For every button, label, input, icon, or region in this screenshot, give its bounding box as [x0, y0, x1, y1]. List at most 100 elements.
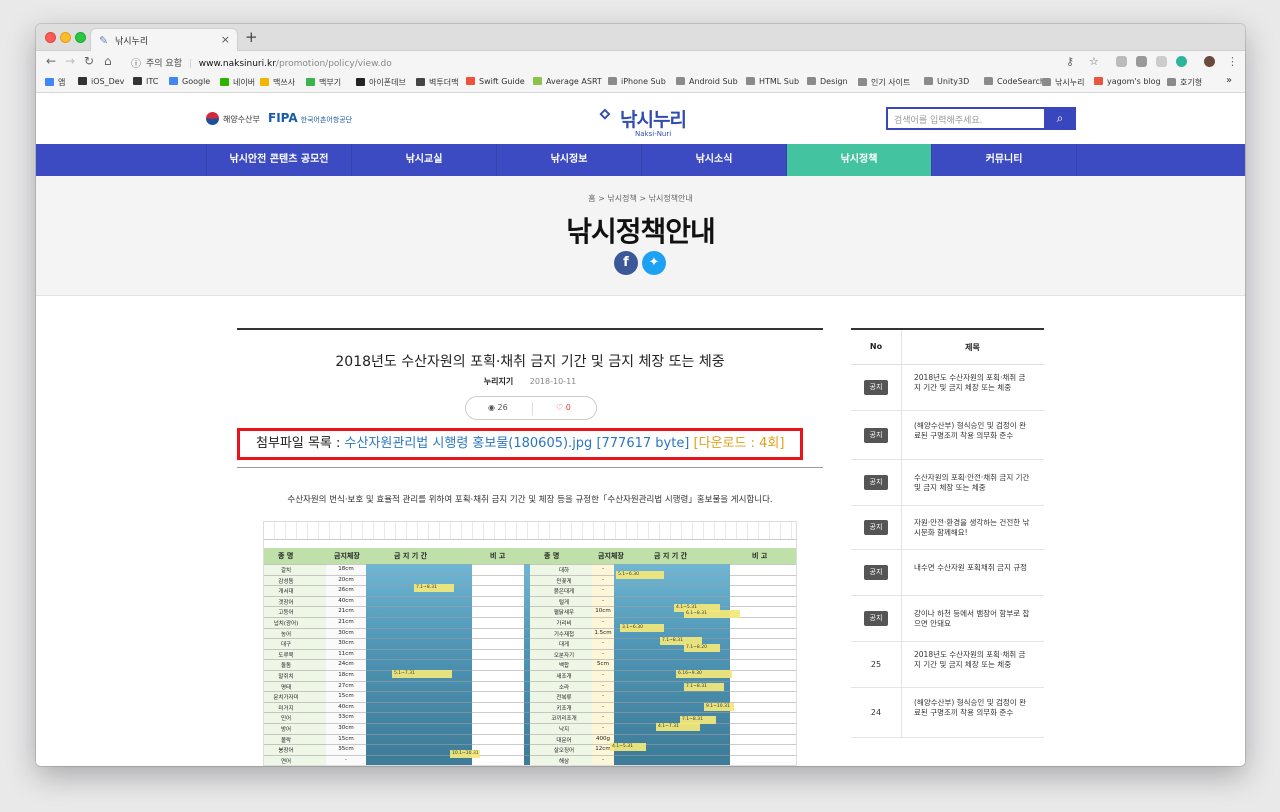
notice-title-link[interactable]: 2018년도 수산자원의 포획·채취 금지 기간 및 금지 체장 또는 체중 — [914, 373, 1032, 393]
notice-title-link[interactable]: (해양수산부) 형식승인 및 검정이 완료된 구명조끼 착용 의무화 준수 — [914, 698, 1032, 718]
notice-row[interactable]: 24 (해양수산부) 형식승인 및 검정이 완료된 구명조끼 착용 의무화 준수 — [851, 688, 1044, 738]
notice-row[interactable]: 공지 (해양수산부) 형식승인 및 검정이 완료된 구명조끼 착용 의무화 준수 — [851, 411, 1044, 460]
bookmark-16[interactable]: Unity3D — [924, 77, 969, 86]
poster-size-left: 20cm — [338, 576, 354, 583]
poster-size-left: - — [345, 756, 347, 763]
bookmark-5[interactable]: 맥쓰사 — [260, 77, 295, 88]
bookmark-10[interactable]: Average ASRT — [533, 77, 602, 86]
notice-title-link[interactable]: 2018년도 수산자원의 포획·채취 금지 기간 및 금지 체장 또는 체중 — [914, 650, 1032, 670]
close-tab-icon[interactable]: × — [221, 33, 230, 46]
poster-head-right-3: 비 고 — [752, 552, 768, 560]
extension-a-icon[interactable] — [1136, 56, 1147, 67]
nav-item-5[interactable]: 커뮤니티 — [931, 144, 1076, 176]
poster-fish-right: 해삼 — [558, 758, 570, 765]
poster-fish-right: 오분자기 — [553, 652, 575, 659]
notice-title-link[interactable]: 내수면 수산자원 포획채취 금지 규정 — [914, 563, 1032, 573]
address-bar[interactable]: 주의 요함 | www.naksinuri.kr/promotion/polic… — [146, 56, 392, 69]
twitter-share-icon[interactable]: ✦ — [642, 251, 666, 275]
bookmark-18[interactable]: 낚시누리 — [1042, 77, 1084, 88]
bookmark-12[interactable]: Android Sub — [676, 77, 738, 86]
poster-fish-left: 방어 — [280, 727, 292, 733]
notice-row[interactable]: 공지 수산자원의 포획·안전·채취 금지 기간 및 금지 체장 또는 체중 — [851, 460, 1044, 506]
new-tab-icon[interactable]: + — [245, 28, 258, 46]
search-button[interactable]: ⌕ — [1044, 107, 1076, 130]
ministry-logo[interactable]: 해양수산부 — [206, 112, 260, 125]
notice-number: 25 — [870, 660, 882, 669]
bookmark-11[interactable]: iPhone Sub — [608, 77, 666, 86]
bookmark-20[interactable]: 호기형 — [1167, 77, 1202, 88]
like-button[interactable]: ♡ 0 — [556, 403, 571, 412]
bookmark-15[interactable]: 인기 사이트 — [858, 77, 910, 88]
notice-row[interactable]: 공지 2018년도 수산자원의 포획·채취 금지 기간 및 금지 체장 또는 체중 — [851, 365, 1044, 411]
bookmark-8[interactable]: 벽투더맥 — [416, 77, 458, 88]
poster-size-right: - — [602, 756, 604, 763]
forward-icon[interactable]: → — [65, 54, 75, 68]
extension-grid-icon[interactable] — [1156, 56, 1167, 67]
extension-green-icon[interactable] — [1176, 56, 1187, 67]
bookmark-3[interactable]: Google — [169, 77, 210, 86]
bookmark-label: ITC — [146, 77, 159, 86]
nav-item-3[interactable]: 낚시소식 — [641, 144, 786, 176]
notice-row[interactable]: 공지 강이나 하천 등에서 뱀장어 함부로 잡으면 안돼요 — [851, 596, 1044, 642]
nav-item-0[interactable]: 낚시안전 콘텐츠 공모전 — [206, 144, 351, 176]
star-icon[interactable]: ☆ — [1089, 55, 1099, 68]
bookmark-label: 맥부기 — [319, 78, 342, 87]
page-hero: 홈 > 낚시정책 > 낚시정책안내 낚시정책안내 f ✦ — [36, 176, 1245, 296]
notice-title-link[interactable]: 자원·안전·환경을 생각하는 건전한 낚시문화 함께해요! — [914, 518, 1032, 538]
bookmark-17[interactable]: CodeSearch — [984, 77, 1045, 86]
poster-fish-left: 넙치(광어) — [273, 621, 299, 627]
extension-cloud-icon[interactable] — [1116, 56, 1127, 67]
poster-size-right: - — [602, 682, 604, 689]
article-date: 2018-10-11 — [529, 377, 577, 386]
bookmark-9[interactable]: Swift Guide — [466, 77, 525, 86]
poster-fish-right: 붉은대게 — [553, 589, 575, 596]
bookmark-13[interactable]: HTML Sub — [746, 77, 799, 86]
zoom-window-button[interactable] — [75, 32, 86, 43]
swift-icon — [466, 77, 475, 85]
search-input[interactable]: 검색어를 입력해주세요. — [894, 113, 983, 126]
breadcrumb[interactable]: 홈 > 낚시정책 > 낚시정책안내 — [36, 193, 1245, 204]
poster-fish-right: 백합 — [558, 663, 570, 670]
poster-fish-left: 고등어 — [278, 610, 294, 617]
bookmark-6[interactable]: 맥부기 — [306, 77, 341, 88]
avatar[interactable] — [1204, 56, 1215, 67]
attachment-download-count: [다운로드 : 4회] — [693, 436, 785, 451]
more-bookmarks-icon[interactable]: » — [1226, 75, 1232, 86]
poster-size-left: 21cm — [338, 619, 354, 625]
key-icon[interactable]: ⚷ — [1066, 55, 1074, 68]
notice-row[interactable]: 공지 내수면 수산자원 포획채취 금지 규정 — [851, 550, 1044, 596]
notice-title-link[interactable]: (해양수산부) 형식승인 및 검정이 완료된 구명조끼 착용 의무화 준수 — [914, 421, 1032, 441]
bookmark-19[interactable]: yagom's blog — [1094, 77, 1161, 86]
notice-title-link[interactable]: 수산자원의 포획·안전·채취 금지 기간 및 금지 체장 또는 체중 — [914, 473, 1032, 493]
info-icon[interactable]: ⓘ — [131, 55, 141, 70]
fipa-logo[interactable]: FIPA 한국어촌어항공단 — [268, 111, 352, 125]
notice-title-link[interactable]: 강이나 하천 등에서 뱀장어 함부로 잡으면 안돼요 — [914, 609, 1032, 629]
notice-row-divider — [901, 550, 902, 595]
nav-item-1[interactable]: 낚시교실 — [351, 144, 496, 176]
poster-period-cell: 6.1~8.31 — [684, 610, 740, 619]
browser-tab[interactable]: ✎ 낚시누리 × — [90, 28, 238, 52]
poster-size-right: - — [602, 576, 604, 583]
bookmark-2[interactable]: ITC — [133, 77, 158, 86]
bookmark-0[interactable]: 앱 — [45, 77, 65, 88]
bookmark-4[interactable]: 네이버 — [220, 77, 255, 88]
notice-row[interactable]: 공지 자원·안전·환경을 생각하는 건전한 낚시문화 함께해요! — [851, 506, 1044, 550]
nav-item-4[interactable]: 낚시정책 — [786, 144, 931, 176]
minimize-window-button[interactable] — [60, 32, 71, 43]
nav-item-2[interactable]: 낚시정보 — [496, 144, 641, 176]
notice-row[interactable]: 25 2018년도 수산자원의 포획·채취 금지 기간 및 금지 체장 또는 체중 — [851, 642, 1044, 688]
bookmark-7[interactable]: 아이폰데브 — [356, 77, 406, 88]
facebook-share-icon[interactable]: f — [614, 251, 638, 275]
menu-icon[interactable]: ⋮ — [1227, 55, 1238, 68]
site-logo[interactable]: ⋄ 낚시누리 Naksi-Nuri — [598, 102, 687, 138]
reload-icon[interactable]: ↻ — [84, 54, 94, 68]
bookmark-14[interactable]: Design — [807, 77, 848, 86]
back-icon[interactable]: ← — [46, 54, 56, 68]
close-window-button[interactable] — [45, 32, 56, 43]
bookmark-1[interactable]: iOS_Dev — [78, 77, 124, 86]
apple-icon — [133, 77, 142, 85]
attachment-file-link[interactable]: 수산자원관리법 시행령 홍보물(180605).jpg [777617 byte… — [345, 436, 690, 451]
poster-head-right-0: 종 명 — [544, 552, 560, 560]
taegeuk-icon — [206, 112, 219, 125]
home-icon[interactable]: ⌂ — [104, 54, 112, 68]
